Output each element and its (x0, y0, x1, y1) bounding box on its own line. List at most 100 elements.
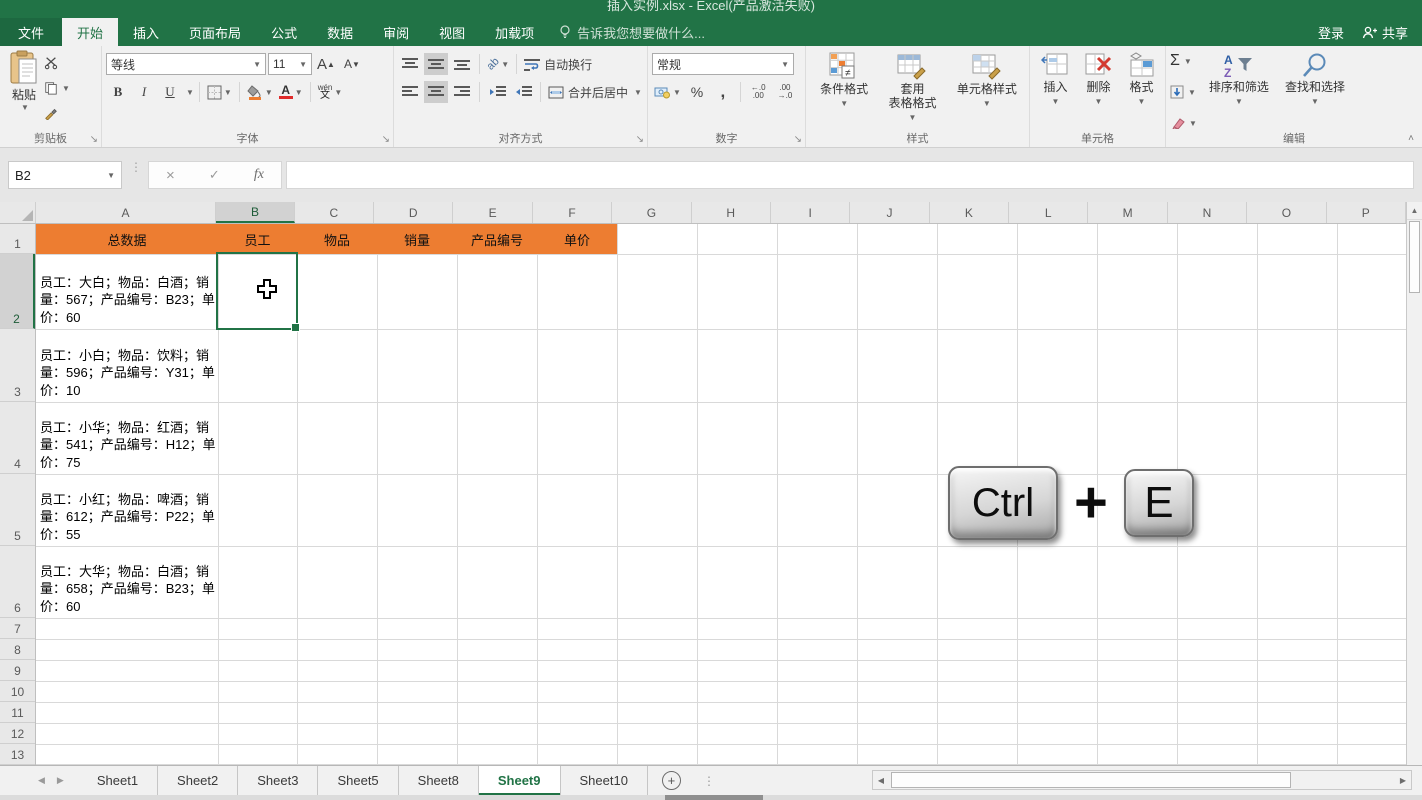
cut-button[interactable] (44, 52, 70, 74)
comma-style-button[interactable]: , (711, 81, 735, 103)
fill-handle[interactable] (291, 323, 300, 332)
accounting-format-button[interactable]: ▼ (652, 81, 683, 103)
fill-dropdown-caret[interactable]: ▼ (1188, 88, 1196, 97)
tab-data[interactable]: 数据 (312, 18, 368, 46)
sheet-tab-sheet8[interactable]: Sheet8 (399, 766, 479, 795)
selected-cell-B2[interactable] (216, 252, 298, 330)
cell-A3[interactable]: 员工：小白；物品：饮料；销量：596；产品编号：Y31；单价：10 (36, 329, 218, 402)
underline-dropdown-caret[interactable]: ▼ (186, 88, 194, 97)
bold-button[interactable]: B (106, 81, 130, 103)
name-box-caret[interactable]: ▼ (107, 171, 115, 180)
autosum-dropdown-caret[interactable]: ▼ (1184, 57, 1192, 66)
copy-button[interactable]: ▼ (44, 77, 70, 99)
format-table-dropdown-caret[interactable]: ▼ (909, 111, 917, 125)
cell-styles-button[interactable]: 单元格样式 ▼ (953, 50, 1021, 127)
formula-input[interactable] (286, 161, 1414, 189)
row-header-1[interactable]: 1 (0, 224, 35, 254)
tell-me-box[interactable]: 告诉我您想要做什么... (549, 18, 715, 46)
horizontal-scroll-thumb[interactable] (891, 772, 1291, 788)
sheet-tab-sheet9[interactable]: Sheet9 (479, 766, 561, 795)
tab-home[interactable]: 开始 (62, 18, 118, 46)
orientation-dropdown-caret[interactable]: ▼ (501, 60, 509, 69)
col-header-K[interactable]: K (930, 202, 1009, 223)
cell-A4[interactable]: 员工：小华；物品：红酒；销量：541；产品编号：H12；单价：75 (36, 402, 218, 474)
share-button[interactable]: 共享 (1362, 23, 1408, 42)
sort-filter-button[interactable]: AZ 排序和筛选 ▼ (1205, 50, 1273, 134)
col-header-F[interactable]: F (533, 202, 612, 223)
font-color-button[interactable]: A ▼ (277, 81, 305, 103)
find-select-dropdown-caret[interactable]: ▼ (1311, 95, 1319, 109)
decrease-decimal-button[interactable]: .00→.0 (773, 81, 798, 103)
scroll-right-icon[interactable]: ▶ (1395, 776, 1411, 785)
increase-decimal-button[interactable]: ←.0.00 (746, 81, 771, 103)
clipboard-dialog-launcher[interactable]: ↘ (90, 135, 98, 145)
align-right-button[interactable] (450, 81, 474, 103)
tab-page-layout[interactable]: 页面布局 (174, 18, 256, 46)
cell-A6[interactable]: 员工：大华；物品：白酒；销量：658；产品编号：B23；单价：60 (36, 546, 218, 618)
format-as-table-button[interactable]: 套用表格格式 ▼ (884, 50, 940, 127)
sheet-nav-left-icon[interactable]: ◀ (38, 775, 45, 786)
cancel-icon[interactable]: × (166, 167, 175, 184)
decrease-font-button[interactable]: A▼ (340, 53, 364, 75)
header-cell-C1[interactable]: 物品 (297, 224, 377, 254)
formula-bar-handle[interactable]: ⋮ (130, 164, 142, 171)
vertical-scrollbar[interactable]: ▲ (1406, 202, 1422, 765)
header-cell-A1[interactable]: 总数据 (36, 224, 218, 254)
phonetic-dropdown-caret[interactable]: ▼ (334, 88, 342, 97)
col-header-C[interactable]: C (295, 202, 374, 223)
cell-A2[interactable]: 员工：大白；物品：白酒；销量：567；产品编号：B23；单价：60 (36, 254, 218, 329)
row-header-3[interactable]: 3 (0, 329, 35, 402)
font-name-select[interactable]: 等线▼ (106, 53, 266, 75)
sheet-tab-sheet5[interactable]: Sheet5 (318, 766, 398, 795)
borders-button[interactable]: ▼ (205, 81, 234, 103)
new-sheet-button[interactable]: + (648, 766, 695, 795)
sheet-tab-sheet1[interactable]: Sheet1 (78, 766, 158, 795)
percent-style-button[interactable]: % (685, 81, 709, 103)
col-header-N[interactable]: N (1168, 202, 1247, 223)
col-header-A[interactable]: A (36, 202, 217, 223)
select-all-corner[interactable] (0, 202, 36, 223)
find-select-button[interactable]: 查找和选择 ▼ (1281, 50, 1349, 134)
sheet-tab-sheet10[interactable]: Sheet10 (561, 766, 648, 795)
format-dropdown-caret[interactable]: ▼ (1138, 95, 1146, 109)
align-top-button[interactable] (398, 53, 422, 75)
tab-file[interactable]: 文件 (0, 18, 62, 46)
accounting-dropdown-caret[interactable]: ▼ (673, 88, 681, 97)
number-dialog-launcher[interactable]: ↘ (794, 135, 802, 145)
col-header-G[interactable]: G (612, 202, 691, 223)
row-header-7[interactable]: 7 (0, 618, 35, 639)
number-format-select[interactable]: 常规▼ (652, 53, 794, 75)
sign-in-button[interactable]: 登录 (1318, 23, 1344, 42)
tab-view[interactable]: 视图 (424, 18, 480, 46)
col-header-P[interactable]: P (1327, 202, 1406, 223)
row-header-8[interactable]: 8 (0, 639, 35, 660)
format-cells-button[interactable]: 格式 ▼ (1123, 50, 1161, 111)
collapse-ribbon-chevron[interactable]: ˄ (1408, 133, 1414, 144)
col-header-J[interactable]: J (850, 202, 929, 223)
tab-review[interactable]: 审阅 (368, 18, 424, 46)
header-cell-D1[interactable]: 销量 (377, 224, 457, 254)
sheet-nav-right-icon[interactable]: ▶ (57, 775, 64, 786)
align-bottom-button[interactable] (450, 53, 474, 75)
delete-cells-button[interactable]: 删除 ▼ (1080, 50, 1118, 111)
align-left-button[interactable] (398, 81, 422, 103)
enter-check-icon[interactable]: ✓ (209, 167, 220, 183)
scroll-left-icon[interactable]: ◀ (873, 776, 889, 785)
font-color-dropdown-caret[interactable]: ▼ (295, 88, 303, 97)
row-header-12[interactable]: 12 (0, 723, 35, 744)
row-header-11[interactable]: 11 (0, 702, 35, 723)
row-header-6[interactable]: 6 (0, 546, 35, 618)
fill-button[interactable]: ▼ (1170, 81, 1197, 103)
col-header-M[interactable]: M (1088, 202, 1167, 223)
tab-formulas[interactable]: 公式 (256, 18, 312, 46)
merge-dropdown-caret[interactable]: ▼ (634, 88, 642, 97)
decrease-indent-button[interactable] (485, 81, 509, 103)
name-box[interactable]: B2 ▼ (8, 161, 122, 189)
col-header-O[interactable]: O (1247, 202, 1326, 223)
header-cell-F1[interactable]: 单价 (537, 224, 617, 254)
conditional-formatting-button[interactable]: ≠ 条件格式 ▼ (816, 50, 872, 127)
row-header-9[interactable]: 9 (0, 660, 35, 681)
col-header-L[interactable]: L (1009, 202, 1088, 223)
italic-button[interactable]: I (132, 81, 156, 103)
insert-cells-button[interactable]: 插入 ▼ (1037, 50, 1075, 111)
